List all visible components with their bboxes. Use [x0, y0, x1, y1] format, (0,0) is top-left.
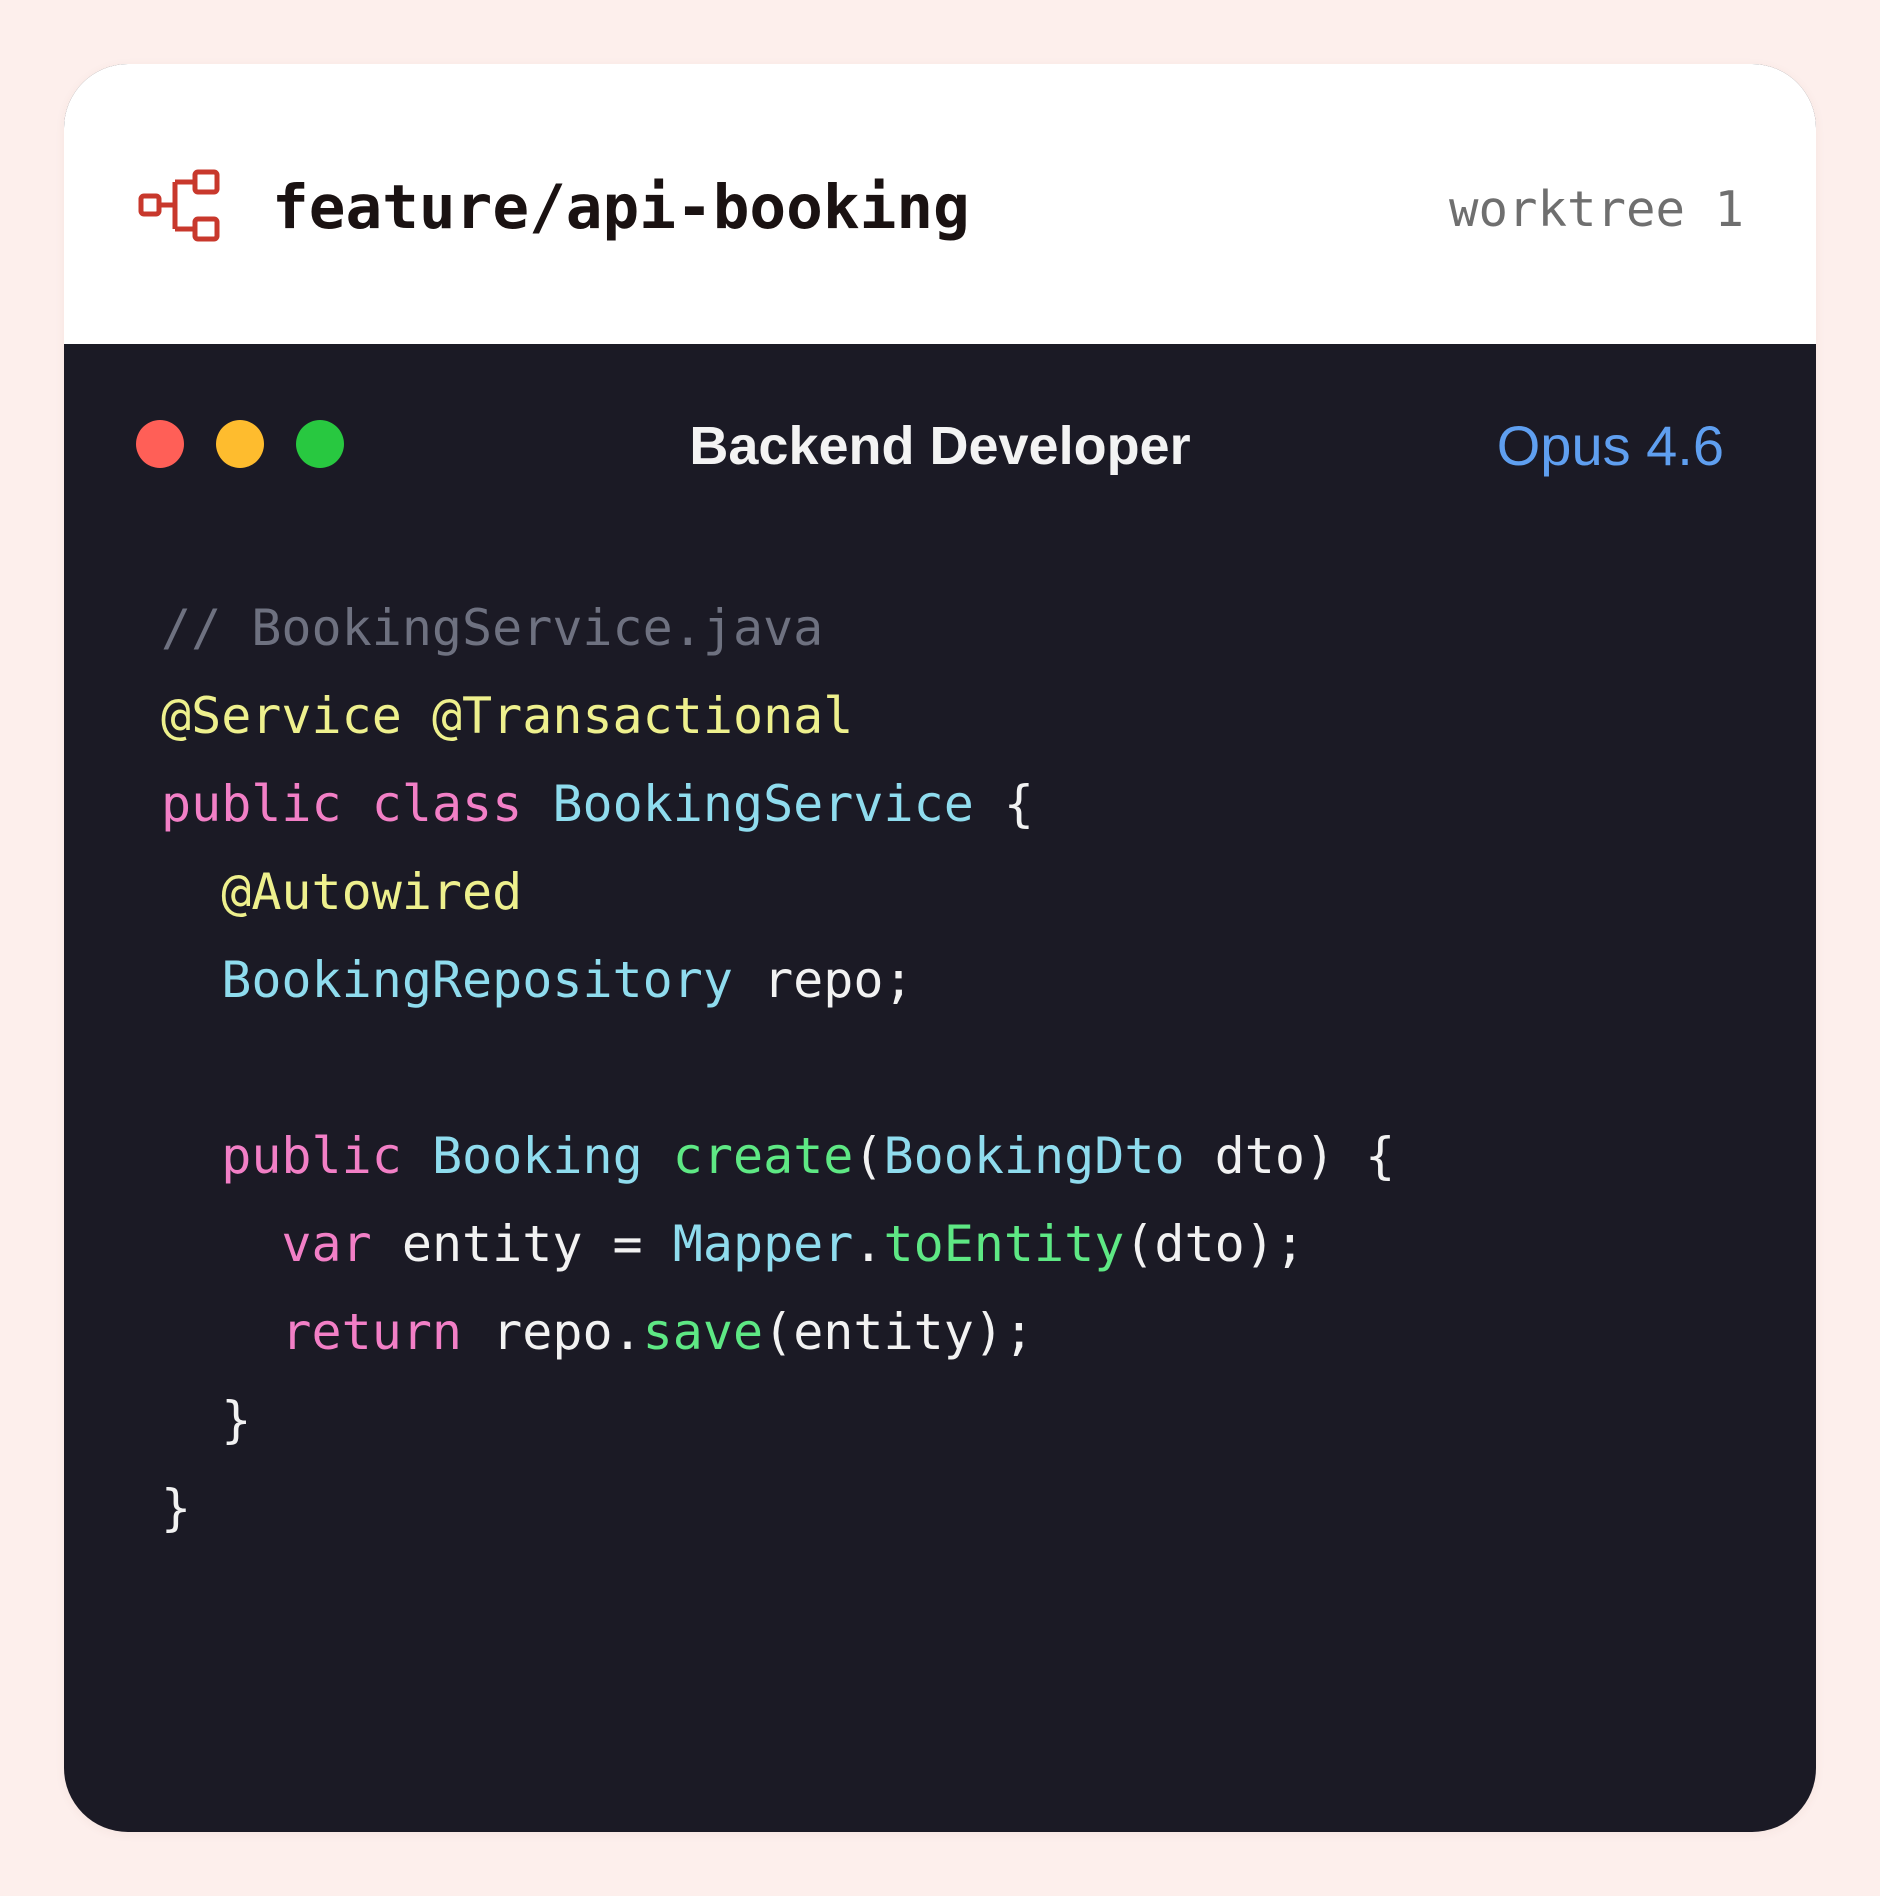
- code-line: return repo.save(entity);: [161, 1288, 1395, 1376]
- terminal-title-bar: Backend Developer Opus 4.6: [64, 344, 1816, 504]
- code-token-plain: }: [161, 1479, 192, 1537]
- code-line: public Booking create(BookingDto dto) {: [161, 1112, 1395, 1200]
- code-token-plain: entity =: [371, 1215, 673, 1273]
- code-token-keyword: class: [371, 775, 523, 833]
- code-token-type: BookingDto: [883, 1127, 1185, 1185]
- code-token-plain: .: [853, 1215, 884, 1273]
- code-line: public class BookingService {: [161, 760, 1395, 848]
- code-token-type: Booking: [431, 1127, 643, 1185]
- branch-name: feature/api-booking: [272, 172, 970, 243]
- code-token-type: BookingService: [552, 775, 974, 833]
- code-token-keyword: return: [281, 1303, 463, 1361]
- code-token-plain: repo.: [462, 1303, 643, 1361]
- worktree-label: worktree 1: [1448, 181, 1744, 238]
- code-token-type: Mapper: [672, 1215, 854, 1273]
- code-token-method: save: [642, 1303, 764, 1361]
- worktree-card: feature/api-booking worktree 1 Backend D…: [64, 64, 1816, 1832]
- code-line: BookingRepository repo;: [161, 936, 1395, 1024]
- code-token-annotation: @Transactional: [431, 687, 854, 745]
- code-token-type: BookingRepository: [221, 951, 733, 1009]
- code-line: }: [161, 1464, 1395, 1552]
- code-token-method: create: [672, 1127, 854, 1185]
- code-token-plain: (entity);: [763, 1303, 1035, 1361]
- code-token-annotation: @Autowired: [221, 863, 523, 921]
- code-line: @Service @Transactional: [161, 672, 1395, 760]
- code-token-comment: // BookingService.java: [161, 599, 824, 657]
- code-token-keyword: public: [161, 775, 342, 833]
- code-token-plain: (dto);: [1124, 1215, 1305, 1273]
- code-token-plain: (: [853, 1127, 884, 1185]
- code-token-plain: repo;: [732, 951, 914, 1009]
- code-token-plain: dto) {: [1184, 1127, 1396, 1185]
- code-token-annotation: @Service: [161, 687, 402, 745]
- code-line: }: [161, 1376, 1395, 1464]
- worktree-header: feature/api-booking worktree 1: [64, 64, 1816, 344]
- code-line: @Autowired: [161, 848, 1395, 936]
- code-token-keyword: var: [281, 1215, 372, 1273]
- code-token-plain: {: [973, 775, 1035, 833]
- model-label: Opus 4.6: [1496, 414, 1724, 477]
- code-token-plain: }: [161, 1391, 252, 1449]
- code-token-method: toEntity: [883, 1215, 1125, 1273]
- code-line: var entity = Mapper.toEntity(dto);: [161, 1200, 1395, 1288]
- git-branch-icon: [138, 169, 220, 242]
- code-token-keyword: public: [221, 1127, 402, 1185]
- code-block: // BookingService.java @Service @Transact…: [161, 584, 1395, 1552]
- code-line: // BookingService.java: [161, 584, 1395, 672]
